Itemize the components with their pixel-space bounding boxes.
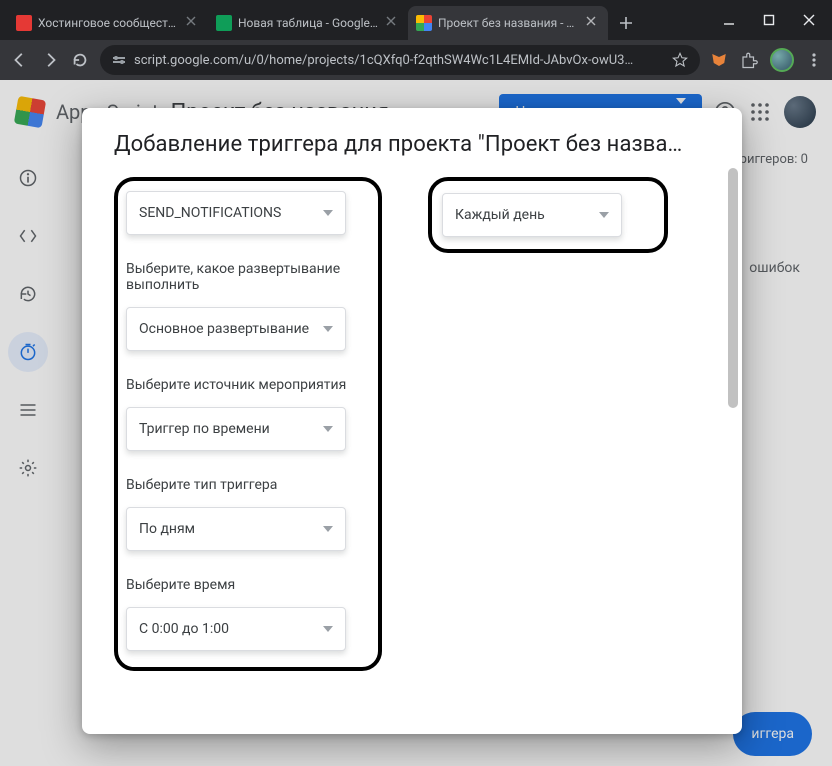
kebab-icon[interactable] <box>806 52 822 68</box>
tab-title: Проект без названия - Три <box>438 16 580 30</box>
source-select[interactable]: Триггер по времени <box>126 407 346 451</box>
star-icon[interactable] <box>672 52 688 68</box>
browser-tab[interactable]: Новая таблица - Google Та <box>208 6 408 40</box>
time-select[interactable]: С 0:00 до 1:00 <box>126 607 346 651</box>
address-bar[interactable]: script.google.com/u/0/home/projects/1cQX… <box>100 45 700 75</box>
window-controls <box>722 13 824 27</box>
url-text: script.google.com/u/0/home/projects/1cQX… <box>134 53 664 68</box>
new-tab-button[interactable] <box>612 9 640 37</box>
failure-notify-select-value: Каждый день <box>455 207 599 223</box>
page-body: Apps Script Проект без названия Начать р… <box>0 80 832 766</box>
chevron-down-icon <box>323 326 333 332</box>
modal-scrollbar[interactable] <box>726 168 738 724</box>
maximize-icon[interactable] <box>762 13 776 27</box>
window-close-icon[interactable] <box>802 13 816 27</box>
minimize-icon[interactable] <box>722 13 736 27</box>
function-select-value: SEND_NOTIFICATIONS <box>139 205 323 221</box>
favicon-icon <box>216 15 232 31</box>
label-time: Выберите время <box>126 577 366 593</box>
chevron-down-icon <box>323 526 333 532</box>
profile-avatar-icon[interactable] <box>770 48 794 72</box>
browser-toolbar: script.google.com/u/0/home/projects/1cQX… <box>0 40 832 80</box>
failure-notify-select[interactable]: Каждый день <box>442 193 622 237</box>
label-type: Выберите тип триггера <box>126 477 366 493</box>
close-icon[interactable] <box>186 16 200 30</box>
trigger-type-select[interactable]: По дням <box>126 507 346 551</box>
source-select-value: Триггер по времени <box>139 421 323 437</box>
browser-tabs: Хостинговое сообщество Новая таблица - G… <box>8 6 722 40</box>
label-deployment: Выберите, какое развертывание выполнить <box>126 261 366 293</box>
annotation-box-left: SEND_NOTIFICATIONS Выберите, какое разве… <box>114 177 382 671</box>
add-trigger-modal: Добавление триггера для проекта "Проект … <box>82 108 742 734</box>
chevron-down-icon <box>323 210 333 216</box>
scrollbar-thumb[interactable] <box>728 168 738 408</box>
tab-title: Хостинговое сообщество <box>38 16 180 30</box>
extension-icons <box>710 48 822 72</box>
time-select-value: С 0:00 до 1:00 <box>139 621 323 637</box>
tab-title: Новая таблица - Google Та <box>238 16 380 30</box>
chevron-down-icon <box>323 426 333 432</box>
favicon-icon <box>16 15 32 31</box>
forward-icon[interactable] <box>40 50 60 70</box>
deployment-select[interactable]: Основное развертывание <box>126 307 346 351</box>
reload-icon[interactable] <box>70 50 90 70</box>
close-icon[interactable] <box>586 16 600 30</box>
deployment-select-value: Основное развертывание <box>139 321 323 337</box>
trigger-type-select-value: По дням <box>139 521 323 537</box>
browser-tab[interactable]: Хостинговое сообщество <box>8 6 208 40</box>
metamask-icon[interactable] <box>710 51 728 69</box>
chevron-down-icon <box>323 626 333 632</box>
back-icon[interactable] <box>10 50 30 70</box>
function-select[interactable]: SEND_NOTIFICATIONS <box>126 191 346 235</box>
site-settings-icon[interactable] <box>112 53 126 67</box>
annotation-box-right: Каждый день <box>428 177 668 253</box>
close-icon[interactable] <box>386 16 400 30</box>
window-titlebar: Хостинговое сообщество Новая таблица - G… <box>0 0 832 40</box>
extensions-icon[interactable] <box>740 51 758 69</box>
browser-tab-active[interactable]: Проект без названия - Три <box>408 6 608 40</box>
favicon-icon <box>416 15 432 31</box>
modal-title: Добавление триггера для проекта "Проект … <box>114 132 710 157</box>
chevron-down-icon <box>599 212 609 218</box>
label-source: Выберите источник мероприятия <box>126 377 366 393</box>
